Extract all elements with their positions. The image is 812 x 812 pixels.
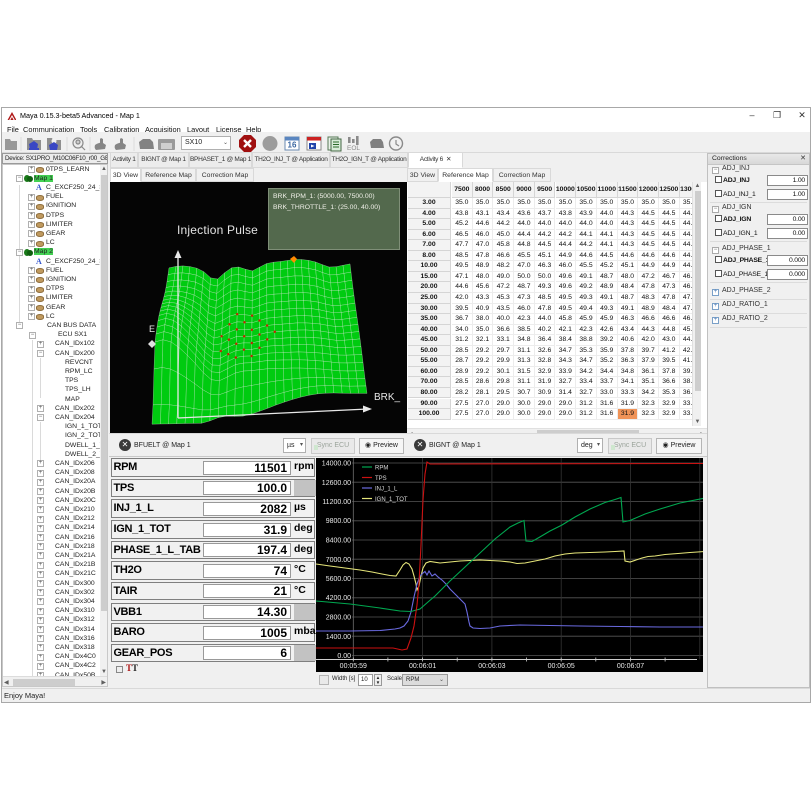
svg-text:IGN_1_TOT: IGN_1_TOT [375, 497, 408, 503]
svg-text:RPM: RPM [375, 466, 388, 472]
svg-text:1400.00: 1400.00 [326, 634, 351, 641]
svg-text:8400.00: 8400.00 [326, 538, 351, 545]
svg-text:5600.00: 5600.00 [326, 576, 351, 583]
svg-text:11200.00: 11200.00 [322, 499, 351, 506]
svg-text:00:06:07: 00:06:07 [617, 663, 644, 670]
svg-text:4200.00: 4200.00 [326, 595, 351, 602]
svg-text:INJ_1_L: INJ_1_L [375, 487, 398, 493]
svg-text:16: 16 [288, 141, 297, 150]
svg-text:7000.00: 7000.00 [326, 557, 351, 564]
svg-text:00:06:03: 00:06:03 [478, 663, 505, 670]
svg-text:TPS: TPS [375, 476, 387, 482]
svg-text:00:06:05: 00:06:05 [548, 663, 575, 670]
svg-text:9800.00: 9800.00 [326, 518, 351, 525]
svg-text:14000.00: 14000.00 [322, 461, 351, 468]
svg-text:EOL: EOL [347, 145, 360, 152]
svg-text:00:05:59: 00:05:59 [340, 663, 367, 670]
svg-text:12600.00: 12600.00 [322, 480, 351, 487]
svg-text:00:06:01: 00:06:01 [409, 663, 436, 670]
svg-text:2800.00: 2800.00 [326, 615, 351, 622]
svg-text:0.00: 0.00 [337, 653, 351, 660]
